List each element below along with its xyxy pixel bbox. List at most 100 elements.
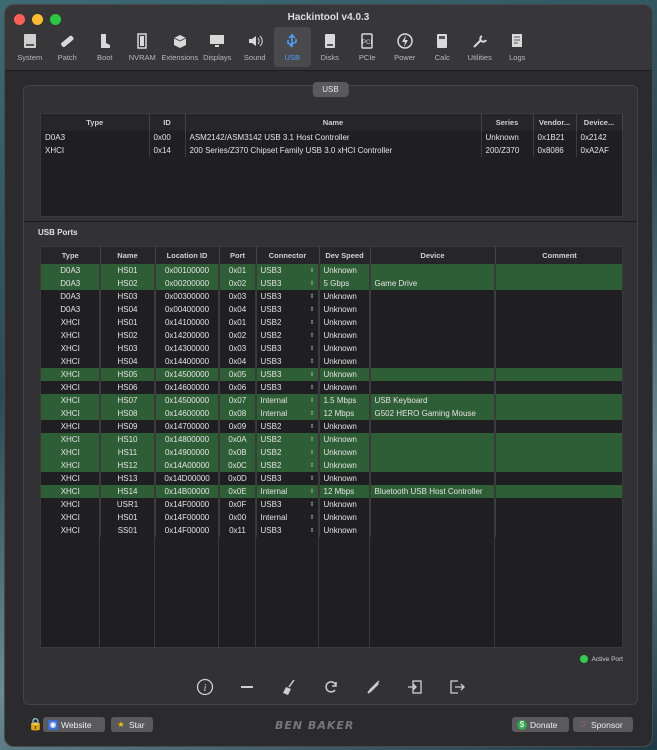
usb-port-row[interactable]: XHCI USR1 0x14F00000 0x0F USB3 ⇕ Unknown <box>41 498 622 511</box>
toolbar-calc[interactable]: Calc <box>424 27 462 67</box>
broom-icon[interactable] <box>278 676 300 698</box>
refresh-icon[interactable] <box>320 676 342 698</box>
ports-column-header[interactable]: Dev Speed <box>319 247 371 264</box>
usb-port-row[interactable]: XHCI HS07 0x14500000 0x07 Internal ⇕ 1.5 Mbps U… <box>41 394 622 407</box>
usb-port-row[interactable]: D0A3 HS02 0x00200000 0x02 USB3 ⇕ 5 Gbps Game Dr… <box>41 277 622 290</box>
port-comment-cell[interactable] <box>495 342 622 355</box>
controllers-column-header[interactable]: Series <box>481 114 534 131</box>
port-comment-cell[interactable] <box>495 303 622 316</box>
port-connector-cell[interactable]: USB2 ⇕ <box>256 433 320 446</box>
port-comment-cell[interactable] <box>495 368 622 381</box>
port-comment-cell[interactable] <box>495 316 622 329</box>
port-connector-cell[interactable]: Internal ⇕ <box>256 407 320 420</box>
controllers-column-header[interactable]: ID <box>149 114 186 131</box>
port-connector-cell[interactable]: Internal ⇕ <box>256 511 320 524</box>
toolbar-pcie[interactable]: PCI PCIe <box>349 27 387 67</box>
controllers-column-header[interactable]: Name <box>185 114 482 131</box>
port-connector-cell[interactable]: USB3 ⇕ <box>256 342 320 355</box>
port-comment-cell[interactable] <box>495 446 622 459</box>
port-connector-cell[interactable]: USB2 ⇕ <box>256 420 320 433</box>
ports-column-header[interactable]: Device <box>370 247 496 264</box>
usb-port-row[interactable]: XHCI HS12 0x14A00000 0x0C USB2 ⇕ Unknown <box>41 459 622 472</box>
toolbar-boot[interactable]: Boot <box>86 27 124 67</box>
toolbar-usb[interactable]: USB <box>273 27 311 67</box>
port-connector-cell[interactable]: USB2 ⇕ <box>256 316 320 329</box>
usb-port-row[interactable]: XHCI HS09 0x14700000 0x09 USB2 ⇕ Unknown <box>41 420 622 433</box>
toolbar-patch[interactable]: Patch <box>49 27 87 67</box>
port-connector-cell[interactable]: USB3 ⇕ <box>256 472 320 485</box>
usb-port-row[interactable]: XHCI SS01 0x14F00000 0x11 USB3 ⇕ Unknown <box>41 524 622 537</box>
usb-port-row[interactable]: XHCI HS10 0x14800000 0x0A USB2 ⇕ Unknown <box>41 433 622 446</box>
donate-button[interactable]: $ Donate <box>512 717 569 732</box>
ports-column-header[interactable]: Comment <box>495 247 622 264</box>
ports-column-header[interactable]: Connector <box>256 247 320 264</box>
port-comment-cell[interactable] <box>495 290 622 303</box>
port-comment-cell[interactable] <box>495 485 622 498</box>
usb-port-row[interactable]: XHCI HS01 0x14F00000 0x00 Internal ⇕ Unknown <box>41 511 622 524</box>
port-comment-cell[interactable] <box>495 459 622 472</box>
port-connector-cell[interactable]: Internal ⇕ <box>256 485 320 498</box>
usb-port-row[interactable]: XHCI HS02 0x14200000 0x02 USB2 ⇕ Unknown <box>41 329 622 342</box>
port-comment-cell[interactable] <box>495 264 622 277</box>
ports-column-header[interactable]: Port <box>219 247 257 264</box>
usb-port-row[interactable]: XHCI HS14 0x14B00000 0x0E Internal ⇕ 12 Mbps Bl… <box>41 485 622 498</box>
ports-column-header[interactable]: Location ID <box>155 247 220 264</box>
port-connector-cell[interactable]: USB2 ⇕ <box>256 446 320 459</box>
port-comment-cell[interactable] <box>495 511 622 524</box>
usb-port-row[interactable]: XHCI HS01 0x14100000 0x01 USB2 ⇕ Unknown <box>41 316 622 329</box>
usb-port-row[interactable]: XHCI HS04 0x14400000 0x04 USB3 ⇕ Unknown <box>41 355 622 368</box>
port-comment-cell[interactable] <box>495 524 622 537</box>
port-connector-cell[interactable]: USB3 ⇕ <box>256 355 320 368</box>
minus-icon[interactable] <box>236 676 258 698</box>
sponsor-button[interactable]: ♡ Sponsor <box>573 717 633 732</box>
port-comment-cell[interactable] <box>495 498 622 511</box>
toolbar-utilities[interactable]: Utilities <box>461 27 499 67</box>
controllers-column-header[interactable]: Device... <box>576 114 623 131</box>
export-icon[interactable] <box>446 676 468 698</box>
port-connector-cell[interactable]: USB3 ⇕ <box>256 524 320 537</box>
port-connector-cell[interactable]: USB3 ⇕ <box>256 381 320 394</box>
controller-row[interactable]: XHCI 0x14 200 Series/Z370 Chipset Family U… <box>41 144 623 157</box>
port-comment-cell[interactable] <box>495 355 622 368</box>
controllers-column-header[interactable]: Vendor... <box>533 114 577 131</box>
port-connector-cell[interactable]: USB3 ⇕ <box>256 368 320 381</box>
controller-row[interactable]: D0A3 0x00 ASM2142/ASM3142 USB 3.1 Host Con… <box>41 131 623 144</box>
usb-port-row[interactable]: XHCI HS03 0x14300000 0x03 USB3 ⇕ Unknown <box>41 342 622 355</box>
usb-segment-tab[interactable]: USB <box>312 82 349 97</box>
toolbar-power[interactable]: Power <box>386 27 424 67</box>
port-connector-cell[interactable]: USB2 ⇕ <box>256 459 320 472</box>
port-connector-cell[interactable]: USB3 ⇕ <box>256 303 320 316</box>
lock-icon[interactable]: 🔒 <box>28 717 43 731</box>
ports-column-header[interactable]: Name <box>100 247 156 264</box>
port-comment-cell[interactable] <box>495 329 622 342</box>
port-comment-cell[interactable] <box>495 433 622 446</box>
port-comment-cell[interactable] <box>495 420 622 433</box>
injector-icon[interactable] <box>362 676 384 698</box>
port-connector-cell[interactable]: USB3 ⇕ <box>256 264 320 277</box>
toolbar-disks[interactable]: Disks <box>311 27 349 67</box>
port-connector-cell[interactable]: USB3 ⇕ <box>256 290 320 303</box>
toolbar-nvram[interactable]: NVRAM <box>124 27 162 67</box>
website-button[interactable]: ◉ Website <box>43 717 105 732</box>
usb-port-row[interactable]: D0A3 HS03 0x00300000 0x03 USB3 ⇕ Unknown <box>41 290 622 303</box>
usb-port-row[interactable]: D0A3 HS01 0x00100000 0x01 USB3 ⇕ Unknown <box>41 264 622 277</box>
star-button[interactable]: ★ Star <box>111 717 153 732</box>
toolbar-sound[interactable]: Sound <box>236 27 274 67</box>
port-comment-cell[interactable] <box>495 394 622 407</box>
usb-port-row[interactable]: XHCI HS06 0x14600000 0x06 USB3 ⇕ Unknown <box>41 381 622 394</box>
port-connector-cell[interactable]: Internal ⇕ <box>256 394 320 407</box>
import-icon[interactable] <box>404 676 426 698</box>
port-comment-cell[interactable] <box>495 277 622 290</box>
controllers-column-header[interactable]: Type <box>41 114 150 131</box>
usb-port-row[interactable]: XHCI HS05 0x14500000 0x05 USB3 ⇕ Unknown <box>41 368 622 381</box>
ports-column-header[interactable]: Type <box>41 247 101 264</box>
port-comment-cell[interactable] <box>495 381 622 394</box>
port-connector-cell[interactable]: USB3 ⇕ <box>256 277 320 290</box>
port-connector-cell[interactable]: USB2 ⇕ <box>256 329 320 342</box>
info-icon[interactable]: i <box>194 676 216 698</box>
toolbar-logs[interactable]: Logs <box>499 27 537 67</box>
usb-port-row[interactable]: XHCI HS11 0x14900000 0x0B USB2 ⇕ Unknown <box>41 446 622 459</box>
toolbar-system[interactable]: System <box>11 27 49 67</box>
usb-port-row[interactable]: D0A3 HS04 0x00400000 0x04 USB3 ⇕ Unknown <box>41 303 622 316</box>
toolbar-displays[interactable]: Displays <box>199 27 237 67</box>
